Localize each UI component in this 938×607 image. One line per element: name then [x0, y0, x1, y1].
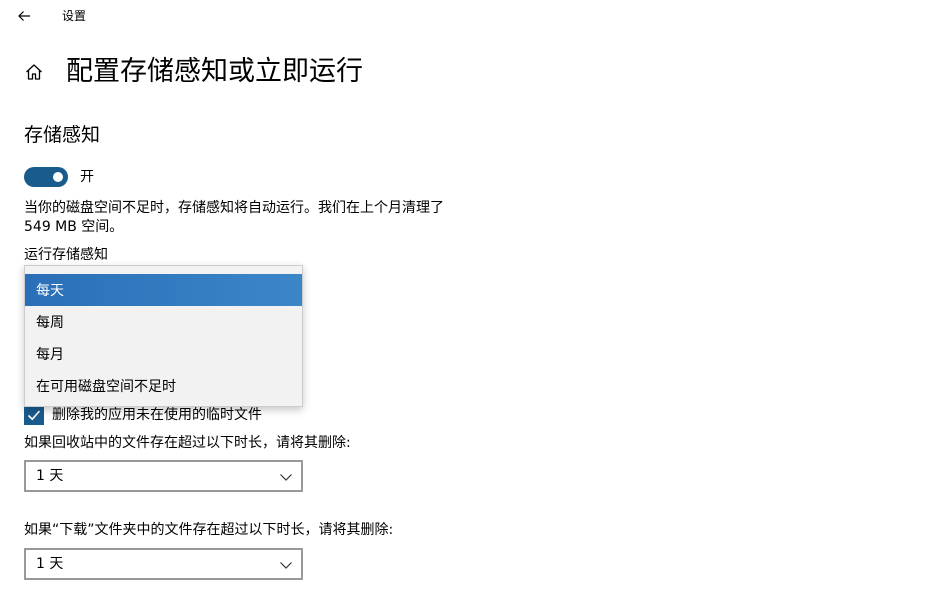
checkmark-icon	[27, 410, 41, 421]
storage-sense-description: 当你的磁盘空间不足时，存储感知将自动运行。我们在上个月清理了 549 MB 空间…	[24, 200, 444, 235]
run-storage-sense-label: 运行存储感知	[24, 247, 108, 263]
temp-files-checkbox[interactable]	[24, 405, 44, 425]
temp-files-label: 删除我的应用未在使用的临时文件	[52, 407, 262, 423]
back-arrow-icon	[18, 11, 30, 21]
menu-item-daily[interactable]: 每天	[25, 274, 302, 306]
run-frequency-dropdown-menu: 每天 每周 每月 在可用磁盘空间不足时	[24, 265, 303, 407]
recycle-bin-select-value: 1 天	[36, 468, 64, 484]
home-icon	[26, 64, 42, 80]
app-title: 设置	[62, 9, 87, 23]
home-button[interactable]	[22, 60, 46, 84]
toggle-label: 开	[80, 169, 94, 185]
recycle-bin-select[interactable]: 1 天	[24, 460, 303, 492]
recycle-bin-label: 如果回收站中的文件存在超过以下时长，请将其删除:	[24, 435, 351, 451]
chevron-down-icon	[280, 562, 292, 569]
menu-item-weekly[interactable]: 每周	[25, 306, 302, 338]
downloads-select-value: 1 天	[36, 556, 64, 572]
toggle-knob	[53, 172, 63, 182]
chevron-down-icon	[280, 474, 292, 481]
downloads-label: 如果“下载”文件夹中的文件存在超过以下时长，请将其删除:	[24, 522, 394, 538]
section-title: 存储感知	[24, 124, 101, 146]
title-bar: 设置	[0, 0, 938, 32]
back-button[interactable]	[10, 2, 38, 30]
menu-item-monthly[interactable]: 每月	[25, 338, 302, 370]
menu-item-low-disk-space[interactable]: 在可用磁盘空间不足时	[25, 370, 302, 402]
page-title: 配置存储感知或立即运行	[66, 56, 363, 87]
storage-sense-toggle[interactable]	[24, 167, 68, 187]
downloads-select[interactable]: 1 天	[24, 548, 303, 580]
